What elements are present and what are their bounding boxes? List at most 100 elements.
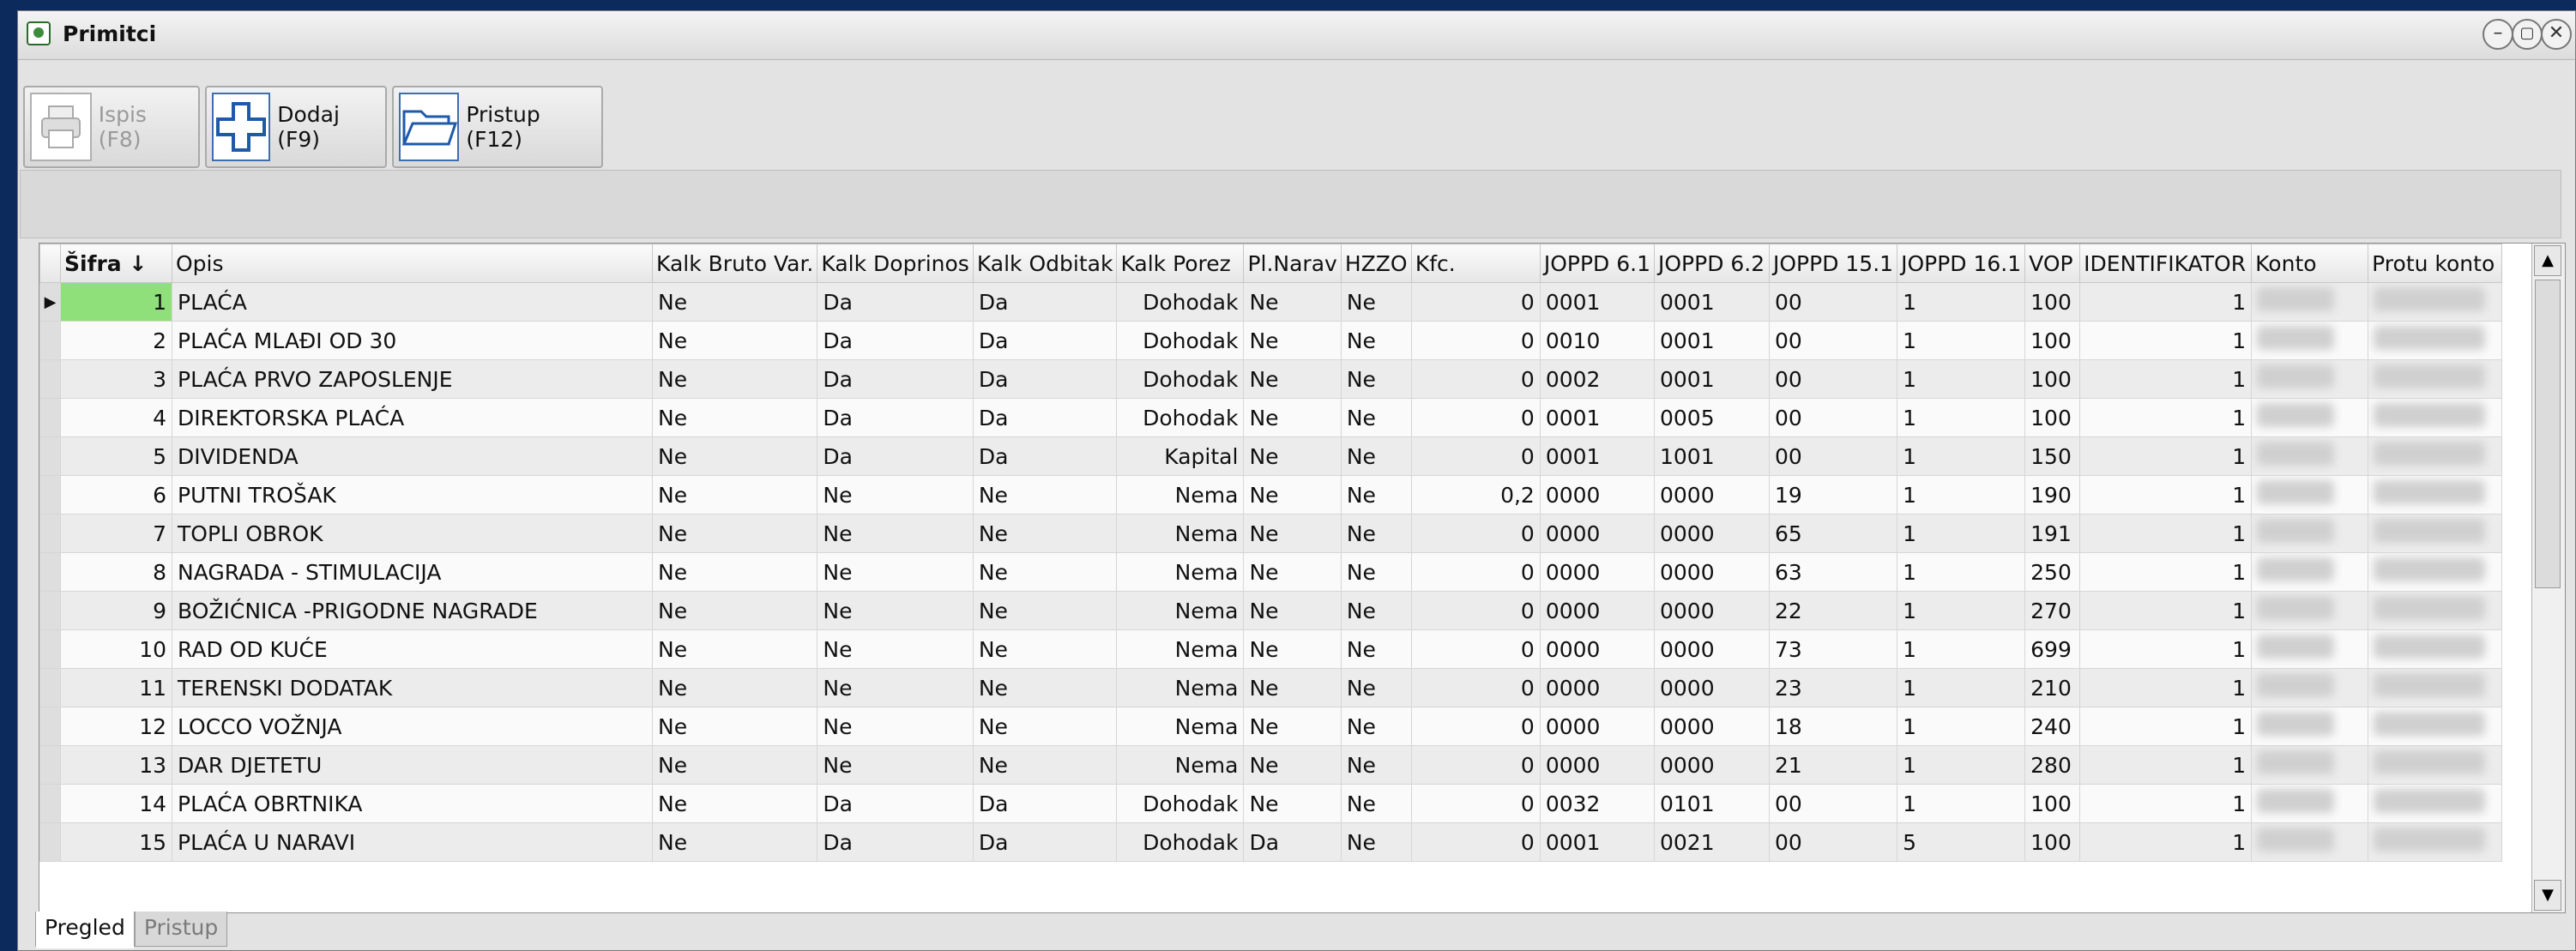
- table-cell[interactable]: Da: [817, 359, 974, 399]
- table-cell[interactable]: Ne: [972, 514, 1118, 553]
- table-row[interactable]: 6 PUTNI TROŠAK Ne Ne Ne Nema Ne Ne 0,2 0000 0000 19…: [39, 475, 2503, 515]
- current-row-icon[interactable]: ▶: [39, 282, 61, 322]
- table-cell[interactable]: 73: [1768, 629, 1898, 669]
- table-cell[interactable]: 1: [2079, 321, 2253, 360]
- column-header[interactable]: VOP: [2024, 244, 2081, 283]
- column-header[interactable]: Kalk Porez: [1116, 244, 1245, 283]
- table-cell[interactable]: 100: [2024, 321, 2081, 360]
- table-cell[interactable]: 14: [60, 784, 172, 823]
- table-cell[interactable]: 1: [1897, 398, 2026, 437]
- table-cell[interactable]: Ne: [1340, 591, 1412, 630]
- table-row[interactable]: 5 DIVIDENDA Ne Da Da Kapital Ne Ne 0 0001 1001 00 1 1…: [39, 436, 2503, 476]
- table-cell[interactable]: [2251, 514, 2369, 553]
- row-indicator[interactable]: [39, 629, 61, 669]
- table-cell[interactable]: 100: [2024, 282, 2081, 322]
- table-cell[interactable]: 1: [1897, 745, 2026, 785]
- row-indicator[interactable]: [39, 784, 61, 823]
- table-cell[interactable]: Da: [972, 359, 1118, 399]
- table-cell[interactable]: [2251, 668, 2369, 707]
- table-cell[interactable]: 00: [1768, 321, 1898, 360]
- table-cell[interactable]: 6: [60, 475, 172, 515]
- table-cell[interactable]: 0: [1410, 359, 1541, 399]
- table-cell[interactable]: 1: [1897, 436, 2026, 476]
- table-cell[interactable]: 0002: [1539, 359, 1656, 399]
- table-cell[interactable]: 0: [1410, 321, 1541, 360]
- table-cell[interactable]: 1001: [1654, 436, 1770, 476]
- column-header[interactable]: Kfc.: [1410, 244, 1541, 283]
- table-cell[interactable]: Ne: [651, 591, 818, 630]
- table-cell[interactable]: 1: [1897, 552, 2026, 592]
- primitci-grid[interactable]: Šifra ↓ Opis Kalk Bruto Var. Kalk Doprinos K…: [39, 243, 2566, 913]
- table-cell[interactable]: Ne: [651, 707, 818, 746]
- table-cell[interactable]: 0: [1410, 591, 1541, 630]
- column-header[interactable]: Kalk Doprinos: [817, 244, 974, 283]
- table-cell[interactable]: 1: [2079, 514, 2253, 553]
- row-indicator[interactable]: [39, 591, 61, 630]
- table-cell[interactable]: 0000: [1539, 591, 1656, 630]
- table-row[interactable]: 15 PLAĆA U NARAVI Ne Da Da Dohodak Da Ne 0 0001 00…: [39, 822, 2503, 862]
- column-header[interactable]: Kalk Odbitak: [972, 244, 1118, 283]
- table-cell[interactable]: [2251, 398, 2369, 437]
- table-cell[interactable]: 270: [2024, 591, 2081, 630]
- table-cell[interactable]: 1: [1897, 321, 2026, 360]
- table-cell[interactable]: Ne: [1340, 475, 1412, 515]
- table-cell[interactable]: Ne: [651, 668, 818, 707]
- table-cell[interactable]: 0032: [1539, 784, 1656, 823]
- table-row[interactable]: 8 NAGRADA - STIMULACIJA Ne Ne Ne Nema Ne Ne 0 000…: [39, 552, 2503, 592]
- maximize-icon[interactable]: ▢: [2512, 19, 2543, 50]
- table-cell[interactable]: 0: [1410, 514, 1541, 553]
- column-header[interactable]: JOPPD 15.1: [1768, 244, 1898, 283]
- table-cell[interactable]: 00: [1768, 436, 1898, 476]
- table-cell[interactable]: Da: [817, 321, 974, 360]
- table-cell[interactable]: 9: [60, 591, 172, 630]
- table-cell[interactable]: Ne: [972, 629, 1118, 669]
- table-cell[interactable]: 190: [2024, 475, 2081, 515]
- table-cell[interactable]: [2251, 629, 2369, 669]
- table-cell[interactable]: Dohodak: [1116, 398, 1245, 437]
- column-header[interactable]: Protu konto: [2368, 244, 2503, 283]
- table-cell[interactable]: RAD OD KUĆE: [172, 629, 653, 669]
- table-cell[interactable]: 1: [1897, 514, 2026, 553]
- table-cell[interactable]: Nema: [1116, 591, 1245, 630]
- table-cell[interactable]: Ne: [1243, 629, 1342, 669]
- table-cell[interactable]: 0101: [1654, 784, 1770, 823]
- table-cell[interactable]: [2368, 321, 2503, 360]
- table-cell[interactable]: 1: [1897, 668, 2026, 707]
- table-cell[interactable]: 0: [1410, 822, 1541, 862]
- row-indicator[interactable]: [39, 707, 61, 746]
- table-cell[interactable]: [2251, 359, 2369, 399]
- table-cell[interactable]: Dohodak: [1116, 282, 1245, 322]
- table-cell[interactable]: 0: [1410, 707, 1541, 746]
- table-cell[interactable]: PLAĆA PRVO ZAPOSLENJE: [172, 359, 653, 399]
- table-cell[interactable]: Ne: [1340, 282, 1412, 322]
- column-header[interactable]: Pl.Narav: [1243, 244, 1342, 283]
- table-cell[interactable]: 1: [2079, 629, 2253, 669]
- table-cell[interactable]: Nema: [1116, 707, 1245, 746]
- table-cell[interactable]: Ne: [651, 282, 818, 322]
- table-row[interactable]: ▶ 1 PLAĆA Ne Da Da Dohodak Ne Ne 0 0001 0001 00 1 100 1: [39, 282, 2503, 322]
- table-cell[interactable]: Da: [972, 822, 1118, 862]
- table-cell[interactable]: 240: [2024, 707, 2081, 746]
- table-cell[interactable]: [2368, 668, 2503, 707]
- table-cell[interactable]: Ne: [817, 629, 974, 669]
- table-cell[interactable]: 1: [2079, 784, 2253, 823]
- table-cell[interactable]: Ne: [817, 552, 974, 592]
- column-header[interactable]: IDENTIFIKATOR: [2079, 244, 2253, 283]
- table-cell[interactable]: Ne: [1340, 436, 1412, 476]
- table-cell[interactable]: 250: [2024, 552, 2081, 592]
- table-cell[interactable]: [2251, 591, 2369, 630]
- column-header[interactable]: Opis: [172, 244, 653, 283]
- table-cell[interactable]: DIREKTORSKA PLAĆA: [172, 398, 653, 437]
- table-cell[interactable]: [2368, 745, 2503, 785]
- table-cell[interactable]: Ne: [817, 707, 974, 746]
- table-cell[interactable]: Ne: [1340, 668, 1412, 707]
- table-cell[interactable]: Ne: [1340, 707, 1412, 746]
- table-cell[interactable]: 1: [1897, 282, 2026, 322]
- table-cell[interactable]: [2368, 359, 2503, 399]
- table-cell[interactable]: 0021: [1654, 822, 1770, 862]
- table-cell[interactable]: Ne: [651, 822, 818, 862]
- row-indicator[interactable]: [39, 475, 61, 515]
- column-header[interactable]: JOPPD 16.1: [1897, 244, 2026, 283]
- table-cell[interactable]: [2368, 475, 2503, 515]
- table-cell[interactable]: [2251, 282, 2369, 322]
